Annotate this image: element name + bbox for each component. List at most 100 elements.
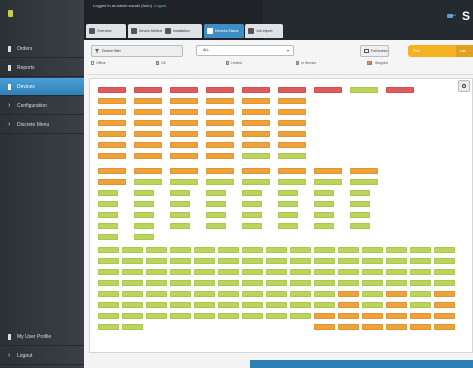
device-tile[interactable] [134,120,162,126]
device-tile[interactable] [170,291,191,297]
device-tile[interactable] [170,168,198,174]
device-tile[interactable] [98,142,126,148]
device-tile[interactable] [338,302,359,308]
device-tile[interactable] [290,258,311,264]
device-tile[interactable] [134,131,162,137]
device-tile[interactable] [362,247,383,253]
device-tile[interactable] [170,247,191,253]
tab-job-import[interactable]: Job Import [245,24,283,38]
device-tile[interactable] [134,201,154,207]
device-tile[interactable] [206,153,234,159]
device-tile[interactable] [134,87,162,93]
device-tile[interactable] [362,324,383,330]
device-tile[interactable] [290,280,311,286]
device-tile[interactable] [242,302,263,308]
device-select[interactable]: ALL ▾ [196,45,294,56]
view-toggle-plan[interactable]: Plan [408,45,456,57]
device-tile[interactable] [218,247,239,253]
device-tile[interactable] [338,258,359,264]
device-tile[interactable] [98,120,126,126]
device-tile[interactable] [98,153,126,159]
device-tile[interactable] [290,313,311,319]
device-tile[interactable] [170,153,198,159]
device-tile[interactable] [206,131,234,137]
view-toggle[interactable]: Plan List [408,45,473,57]
device-tile[interactable] [410,313,431,319]
device-tile[interactable] [278,131,306,137]
sidebar-item-logout[interactable]: › Logout [0,347,84,365]
device-tile[interactable] [218,280,239,286]
device-tile[interactable] [218,302,239,308]
device-tile[interactable] [170,302,191,308]
device-tile[interactable] [242,212,262,218]
device-tile[interactable] [314,269,335,275]
device-tile[interactable] [122,313,143,319]
sidebar-item-reports[interactable]: Reports [0,59,84,77]
device-tile[interactable] [146,291,167,297]
device-tile[interactable] [170,313,191,319]
device-tile[interactable] [98,109,126,115]
device-tile[interactable] [122,258,143,264]
device-tile[interactable] [278,212,298,218]
device-tile[interactable] [206,223,226,229]
tab-overview[interactable]: Overview [86,24,126,38]
device-tile[interactable] [242,201,262,207]
device-tile[interactable] [170,87,198,93]
device-tile[interactable] [134,234,154,240]
device-tile[interactable] [314,291,335,297]
device-tile[interactable] [434,247,455,253]
device-tile[interactable] [242,223,262,229]
device-tile[interactable] [290,269,311,275]
device-tile[interactable] [134,153,162,159]
device-tile[interactable] [146,258,167,264]
device-tile[interactable] [194,258,215,264]
device-tile[interactable] [434,313,455,319]
device-tile[interactable] [206,201,226,207]
device-tile[interactable] [170,258,191,264]
device-tile[interactable] [242,109,270,115]
device-tile[interactable] [170,223,190,229]
device-tile[interactable] [338,324,359,330]
device-tile[interactable] [338,269,359,275]
header-logout-link[interactable]: Logout [154,3,166,8]
device-tile[interactable] [386,280,407,286]
device-tile[interactable] [242,168,270,174]
device-tile[interactable] [194,269,215,275]
device-filter-button[interactable]: Device filter [91,45,183,57]
device-tile[interactable] [314,87,342,93]
sidebar-item-profile[interactable]: My User Profile [0,328,84,346]
device-tile[interactable] [206,109,234,115]
device-tile[interactable] [146,302,167,308]
device-tile[interactable] [290,291,311,297]
device-tile[interactable] [134,168,162,174]
device-tile[interactable] [350,212,370,218]
device-tile[interactable] [410,324,431,330]
device-tile[interactable] [98,234,118,240]
device-tile[interactable] [314,302,335,308]
device-tile[interactable] [146,247,167,253]
device-tile[interactable] [134,190,154,196]
device-tile[interactable] [386,247,407,253]
device-tile[interactable] [362,269,383,275]
device-tile[interactable] [206,212,226,218]
device-tile[interactable] [218,313,239,319]
device-tile[interactable] [350,87,378,93]
device-tile[interactable] [206,98,234,104]
device-tile[interactable] [242,153,270,159]
device-tile[interactable] [314,190,334,196]
device-tile[interactable] [314,280,335,286]
device-tile[interactable] [146,313,167,319]
device-tile[interactable] [170,131,198,137]
device-tile[interactable] [278,87,306,93]
device-tile[interactable] [434,258,455,264]
device-tile[interactable] [278,120,306,126]
device-tile[interactable] [242,258,263,264]
device-tile[interactable] [242,280,263,286]
device-tile[interactable] [134,212,154,218]
device-tile[interactable] [410,280,431,286]
device-tile[interactable] [410,302,431,308]
device-tile[interactable] [242,291,263,297]
device-tile[interactable] [266,258,287,264]
tab-devices-status[interactable]: Devices Status [204,24,244,38]
device-tile[interactable] [266,280,287,286]
